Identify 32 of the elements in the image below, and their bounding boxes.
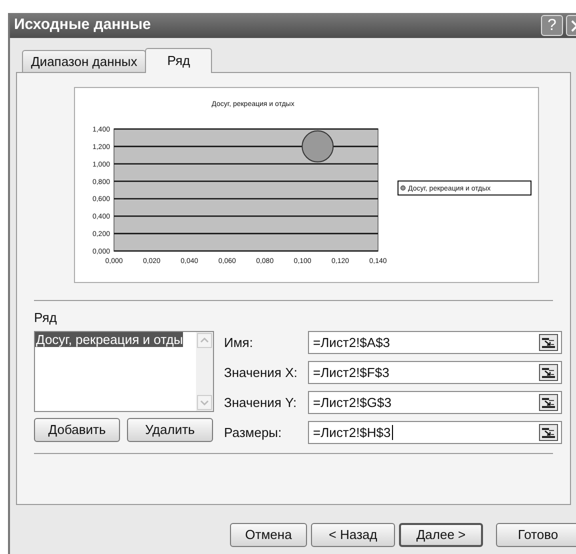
reference-field[interactable]: =Лист2!$G$3 [308,391,562,414]
collapse-dialog-icon [542,428,555,438]
field-value: =Лист2!$A$3 [313,334,390,352]
range-picker-button[interactable] [539,424,558,441]
field-label: Значения Y: [224,394,298,412]
dialog-button[interactable]: Отмена [230,523,307,547]
dialog-button[interactable]: < Назад [311,523,395,547]
reference-field[interactable]: =Лист2!$A$3 [308,331,562,354]
range-picker-button[interactable] [539,334,558,351]
series-list-item[interactable]: Досуг, рекреация и отды [35,332,184,347]
reference-field[interactable]: =Лист2!$H$3 [308,421,562,444]
dialog-button[interactable]: Добавить [34,418,120,442]
field-label: Имя: [224,334,254,352]
window-title: Исходные данные [14,15,152,36]
field-value: =Лист2!$F$3 [313,364,390,382]
dialog-button[interactable]: Удалить [127,418,213,442]
series-label: Ряд [34,310,58,326]
dialog-button[interactable]: Готово [496,523,576,547]
range-picker-button[interactable] [539,394,558,411]
field-label: Значения X: [224,364,298,382]
reference-field[interactable]: =Лист2!$F$3 [308,361,562,384]
field-value: =Лист2!$G$3 [313,394,392,412]
tab[interactable]: Ряд [145,48,212,73]
collapse-dialog-icon [542,368,555,378]
range-picker-button[interactable] [539,364,558,381]
collapse-dialog-icon [542,338,555,348]
tab[interactable]: Диапазон данных [22,50,146,72]
field-value: =Лист2!$H$3 [313,424,391,442]
dialog-button[interactable]: Далее > [399,523,483,547]
field-label: Размеры: [224,424,283,442]
collapse-dialog-icon [542,398,555,408]
legend-marker [400,186,406,190]
